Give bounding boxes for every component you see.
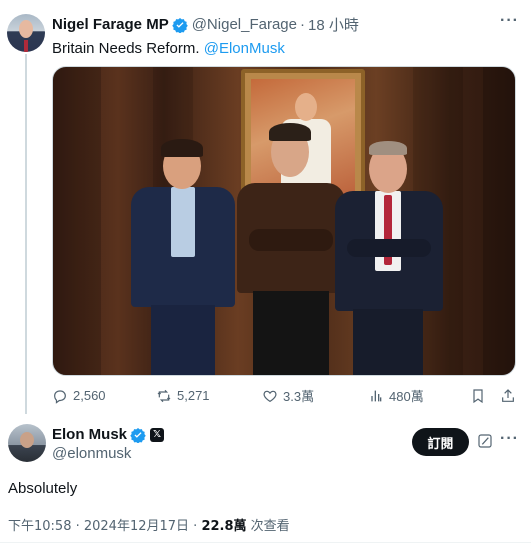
- heart-icon: [263, 390, 277, 402]
- view-count: 22.8萬: [201, 519, 247, 534]
- tweet-text: Absolutely: [8, 480, 78, 497]
- grok-icon[interactable]: [477, 433, 493, 449]
- views-button[interactable]: 480萬: [368, 386, 468, 405]
- tweet-body: Britain Needs Reform.: [52, 40, 200, 57]
- divider: [0, 542, 531, 543]
- repost-count: 5,271: [177, 388, 210, 403]
- view-count: 480萬: [389, 389, 424, 404]
- more-options-icon[interactable]: ···: [500, 430, 519, 448]
- repost-button[interactable]: 5,271: [156, 388, 262, 404]
- tweet-photo[interactable]: [52, 66, 516, 376]
- like-button[interactable]: 3.3萬: [262, 386, 368, 405]
- tweet-actions: 2,560 5,271 3.3萬 480萬: [52, 386, 516, 405]
- repost-icon: [157, 389, 171, 402]
- user-handle[interactable]: @elonmusk: [52, 445, 164, 462]
- tweet-header: Nigel Farage MP @Nigel_Farage · 18 小時 ··…: [52, 12, 519, 59]
- display-name[interactable]: Nigel Farage MP: [52, 16, 169, 33]
- display-name[interactable]: Elon Musk: [52, 426, 127, 443]
- tweet-text: Britain Needs Reform. @ElonMusk: [52, 39, 519, 59]
- thread-connector-line: [25, 54, 27, 414]
- timestamp[interactable]: 下午10:58 · 2024年12月17日 ·: [8, 519, 201, 534]
- user-handle[interactable]: @Nigel_Farage: [192, 16, 297, 33]
- reply-count: 2,560: [73, 388, 106, 403]
- person-left: [123, 137, 243, 375]
- more-options-icon[interactable]: ···: [500, 12, 519, 30]
- share-icon[interactable]: [500, 388, 516, 404]
- bookmark-icon[interactable]: [470, 388, 486, 404]
- tweet-header: Elon Musk 𝕏 @elonmusk: [52, 426, 165, 462]
- timestamp[interactable]: 18 小時: [308, 14, 359, 35]
- person-right: [333, 139, 453, 375]
- avatar[interactable]: [7, 14, 45, 52]
- tweet-meta: 下午10:58 · 2024年12月17日 · 22.8萬 次查看: [8, 515, 290, 534]
- reply-icon: [54, 389, 66, 404]
- separator-dot: ·: [299, 16, 305, 33]
- reply-button[interactable]: 2,560: [52, 388, 156, 404]
- mention-link[interactable]: @ElonMusk: [204, 40, 285, 57]
- verified-badge-icon: [171, 17, 188, 33]
- subscribe-button[interactable]: 訂閱: [412, 428, 469, 456]
- like-count: 3.3萬: [283, 389, 315, 404]
- avatar[interactable]: [8, 424, 46, 462]
- verified-badge-icon: [130, 427, 146, 443]
- x-affiliate-badge-icon[interactable]: 𝕏: [150, 427, 165, 442]
- views-label: 次查看: [246, 519, 290, 534]
- analytics-icon: [371, 390, 382, 401]
